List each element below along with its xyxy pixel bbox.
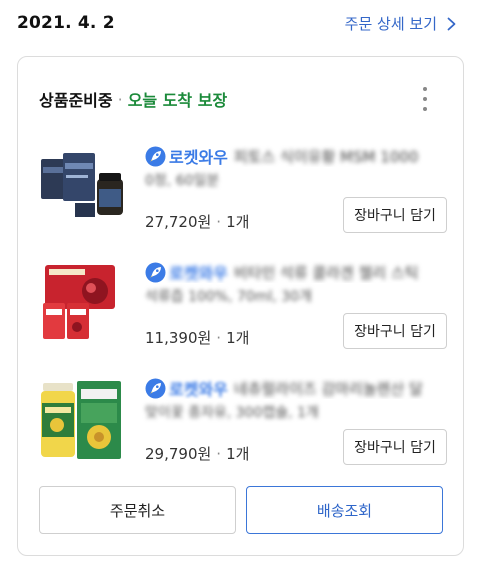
add-to-cart-button[interactable]: 장바구니 담기 <box>343 429 447 465</box>
more-options-icon[interactable] <box>421 87 429 111</box>
cancel-order-button[interactable]: 주문취소 <box>39 486 236 534</box>
item-title: 비타민 석류 콜라겐 젤리 스틱 <box>233 263 419 282</box>
product-image[interactable] <box>39 377 127 465</box>
item-title: 피토스 식이유황 MSM 1000 <box>233 147 419 166</box>
item-info: 로켓와우 비타민 석류 콜라겐 젤리 스틱 석류즙 100%, 70ml, 30… <box>145 261 447 371</box>
order-actions: 주문취소 배송조회 <box>39 486 443 536</box>
item-price-row: 27,720원 · 1개 <box>145 212 250 232</box>
order-date: 2021. 4. 2 <box>17 13 115 33</box>
order-header: 2021. 4. 2 주문 상세 보기 <box>0 0 480 50</box>
status-separator: · <box>117 89 123 109</box>
item-title-row[interactable]: 로켓와우 피토스 식이유황 MSM 1000 <box>145 145 447 167</box>
item-info: 로켓와우 피토스 식이유황 MSM 1000 0정, 60일분 27,720원 … <box>145 145 447 255</box>
order-card: 상품준비중 · 오늘 도착 보장 로켓와우 피토스 식이유황 MSM 1000 … <box>17 56 464 556</box>
item-title-second-line: 맞이꽃 종자유, 300캡슐, 1개 <box>145 405 319 421</box>
order-item: 로켓와우 피토스 식이유황 MSM 1000 0정, 60일분 27,720원 … <box>39 145 447 255</box>
product-image[interactable] <box>39 261 127 349</box>
delivery-guarantee: 오늘 도착 보장 <box>127 91 228 110</box>
order-item: 로켓와우 비타민 석류 콜라겐 젤리 스틱 석류즙 100%, 70ml, 30… <box>39 261 447 371</box>
item-price-row: 11,390원 · 1개 <box>145 328 250 348</box>
rocket-wow-label: 로켓와우 <box>169 264 228 283</box>
order-detail-label: 주문 상세 보기 <box>344 15 437 33</box>
rocket-wow-label: 로켓와우 <box>169 148 228 167</box>
rocket-wow-label: 로켓와우 <box>169 380 228 399</box>
item-price: 29,790원 <box>145 445 212 463</box>
item-info: 로켓와우 네츄럴라이즈 감마리놀렌산 달 맞이꽃 종자유, 300캡슐, 1개 … <box>145 377 447 487</box>
order-detail-link[interactable]: 주문 상세 보기 <box>345 13 456 34</box>
shipping-status: 상품준비중 <box>39 91 113 110</box>
rocket-icon <box>145 146 166 166</box>
item-title-second-line: 0정, 60일분 <box>145 173 220 189</box>
item-price: 11,390원 <box>145 329 212 347</box>
item-title: 네츄럴라이즈 감마리놀렌산 달 <box>233 379 423 398</box>
rocket-icon <box>145 262 166 282</box>
order-item: 로켓와우 네츄럴라이즈 감마리놀렌산 달 맞이꽃 종자유, 300캡슐, 1개 … <box>39 377 447 487</box>
item-price: 27,720원 <box>145 213 212 231</box>
add-to-cart-button[interactable]: 장바구니 담기 <box>343 197 447 233</box>
item-title-row[interactable]: 로켓와우 비타민 석류 콜라겐 젤리 스틱 <box>145 261 447 283</box>
chevron-right-icon <box>447 17 456 30</box>
add-to-cart-button[interactable]: 장바구니 담기 <box>343 313 447 349</box>
item-title-row[interactable]: 로켓와우 네츄럴라이즈 감마리놀렌산 달 <box>145 377 447 399</box>
item-quantity: 1개 <box>226 213 250 231</box>
item-quantity: 1개 <box>226 445 250 463</box>
item-title-second-line: 석류즙 100%, 70ml, 30개 <box>145 289 312 305</box>
product-image[interactable] <box>39 145 127 233</box>
rocket-icon <box>145 378 166 398</box>
track-delivery-button[interactable]: 배송조회 <box>246 486 443 534</box>
item-quantity: 1개 <box>226 329 250 347</box>
order-status-row: 상품준비중 · 오늘 도착 보장 <box>39 87 227 111</box>
item-price-row: 29,790원 · 1개 <box>145 444 250 464</box>
